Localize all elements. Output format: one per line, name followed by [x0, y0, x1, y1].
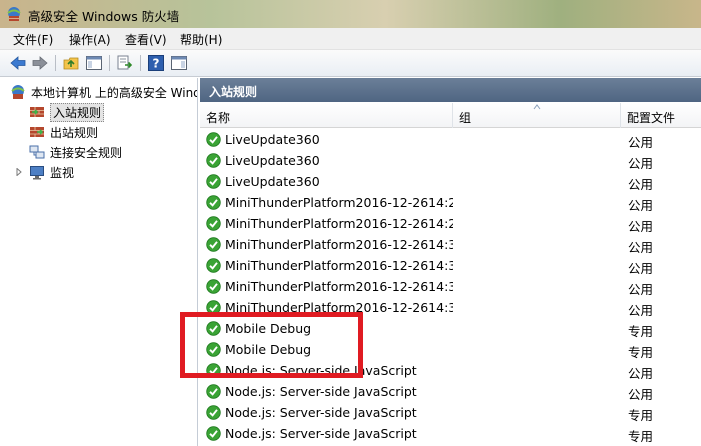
enabled-check-icon — [206, 384, 221, 399]
column-header-name[interactable]: 名称 — [200, 103, 453, 128]
title-bar: 高级安全 Windows 防火墙 — [0, 0, 701, 28]
toolbar-separator — [109, 55, 110, 71]
connection-security-icon — [29, 145, 45, 159]
help-icon[interactable]: ? — [147, 54, 165, 72]
rule-profile: 公用 — [628, 198, 654, 213]
table-row[interactable]: MiniThunderPlatform2016-12-2614:2... 公用 — [200, 192, 701, 213]
rule-profile: 公用 — [628, 282, 654, 297]
rule-profile: 专用 — [628, 345, 654, 360]
rule-name: MiniThunderPlatform2016-12-2614:2... — [225, 195, 453, 210]
menu-view[interactable]: 查看(V) — [125, 31, 167, 48]
rule-name: Node.js: Server-side JavaScript — [225, 426, 417, 441]
forward-arrow-icon[interactable] — [31, 54, 49, 72]
expand-arrow-icon[interactable] — [16, 168, 22, 176]
rule-profile: 公用 — [628, 156, 654, 171]
tree-item-label: 入站规则 — [50, 103, 105, 122]
rule-profile: 专用 — [628, 429, 654, 444]
table-row[interactable]: MiniThunderPlatform2016-12-2614:3... 公用 — [200, 276, 701, 297]
rule-profile: 公用 — [628, 387, 654, 402]
rule-profile: 公用 — [628, 177, 654, 192]
rule-name: LiveUpdate360 — [225, 153, 320, 168]
enabled-check-icon — [206, 279, 221, 294]
highlight-annotation — [180, 312, 363, 378]
inbound-rules-icon — [30, 107, 44, 117]
menu-file[interactable]: 文件(F) — [13, 31, 53, 48]
rule-name: LiveUpdate360 — [225, 174, 320, 189]
table-row[interactable]: LiveUpdate360 公用 — [200, 150, 701, 171]
rule-profile: 专用 — [628, 324, 654, 339]
table-row[interactable]: LiveUpdate360 公用 — [200, 171, 701, 192]
tree-item-label: 出站规则 — [50, 126, 99, 140]
outbound-rules-icon — [30, 127, 44, 137]
toolbar-separator — [55, 55, 56, 71]
table-row[interactable]: MiniThunderPlatform2016-12-2614:2... 公用 — [200, 213, 701, 234]
firewall-icon — [7, 7, 21, 21]
tree-root-label: 本地计算机 上的高级安全 Windows 防火墙 — [31, 86, 197, 100]
table-row[interactable]: MiniThunderPlatform2016-12-2614:3... 公用 — [200, 255, 701, 276]
rule-profile: 公用 — [628, 240, 654, 255]
back-arrow-icon[interactable] — [9, 54, 27, 72]
window-title: 高级安全 Windows 防火墙 — [28, 9, 180, 24]
table-row[interactable]: LiveUpdate360 公用 — [200, 129, 701, 150]
vertical-scrollbar[interactable] — [688, 129, 701, 446]
table-row[interactable]: Node.js: Server-side JavaScript 专用 — [200, 423, 701, 444]
enabled-check-icon — [206, 426, 221, 441]
rule-profile: 公用 — [628, 366, 654, 381]
table-row[interactable]: Node.js: Server-side JavaScript 专用 — [200, 402, 701, 423]
rules-list: LiveUpdate360 公用 LiveUpdate360 公用 LiveUpdate… — [200, 129, 701, 446]
monitor-icon — [30, 166, 44, 180]
export-list-icon[interactable] — [116, 54, 134, 72]
enabled-check-icon — [206, 258, 221, 273]
rule-name: Node.js: Server-side JavaScript — [225, 405, 417, 420]
folder-up-icon[interactable] — [62, 54, 80, 72]
enabled-check-icon — [206, 132, 221, 147]
pane-title: 入站规则 — [200, 78, 701, 102]
enabled-check-icon — [206, 405, 221, 420]
svg-text:?: ? — [153, 57, 160, 71]
rule-name: LiveUpdate360 — [225, 132, 320, 147]
enabled-check-icon — [206, 237, 221, 252]
column-header-profile[interactable]: 配置文件 — [621, 103, 701, 128]
menu-action[interactable]: 操作(A) — [69, 31, 111, 48]
rule-name: MiniThunderPlatform2016-12-2614:3... — [225, 279, 453, 294]
tree-item-label: 监视 — [50, 166, 75, 180]
column-headers: 名称 组 配置文件 — [200, 103, 701, 128]
table-row[interactable]: Node.js: Server-side JavaScript 公用 — [200, 381, 701, 402]
rule-name: MiniThunderPlatform2016-12-2614:2... — [225, 216, 453, 231]
table-row[interactable]: MiniThunderPlatform2016-12-2614:3... 公用 — [200, 234, 701, 255]
rule-name: Node.js: Server-side JavaScript — [225, 384, 417, 399]
enabled-check-icon — [206, 195, 221, 210]
show-hide-tree-icon[interactable] — [85, 54, 103, 72]
menu-help[interactable]: 帮助(H) — [180, 31, 222, 48]
show-hide-action-pane-icon[interactable] — [170, 54, 188, 72]
toolbar: ? — [0, 50, 701, 77]
toolbar-separator — [140, 55, 141, 71]
firewall-icon — [11, 85, 25, 99]
menu-bar: 文件(F) 操作(A) 查看(V) 帮助(H) — [0, 28, 701, 50]
enabled-check-icon — [206, 174, 221, 189]
enabled-check-icon — [206, 216, 221, 231]
rule-profile: 公用 — [628, 219, 654, 234]
tree-item-label: 连接安全规则 — [50, 146, 123, 160]
rule-name: MiniThunderPlatform2016-12-2614:3... — [225, 237, 453, 252]
sort-ascending-icon — [533, 104, 541, 110]
rule-profile: 专用 — [628, 408, 654, 423]
navigation-tree: 本地计算机 上的高级安全 Windows 防火墙 入站规则 出站规则 连接安全规… — [0, 78, 198, 446]
rule-name: MiniThunderPlatform2016-12-2614:3... — [225, 258, 453, 273]
rule-profile: 公用 — [628, 135, 654, 150]
enabled-check-icon — [206, 153, 221, 168]
rule-profile: 公用 — [628, 261, 654, 276]
rule-profile: 公用 — [628, 303, 654, 318]
